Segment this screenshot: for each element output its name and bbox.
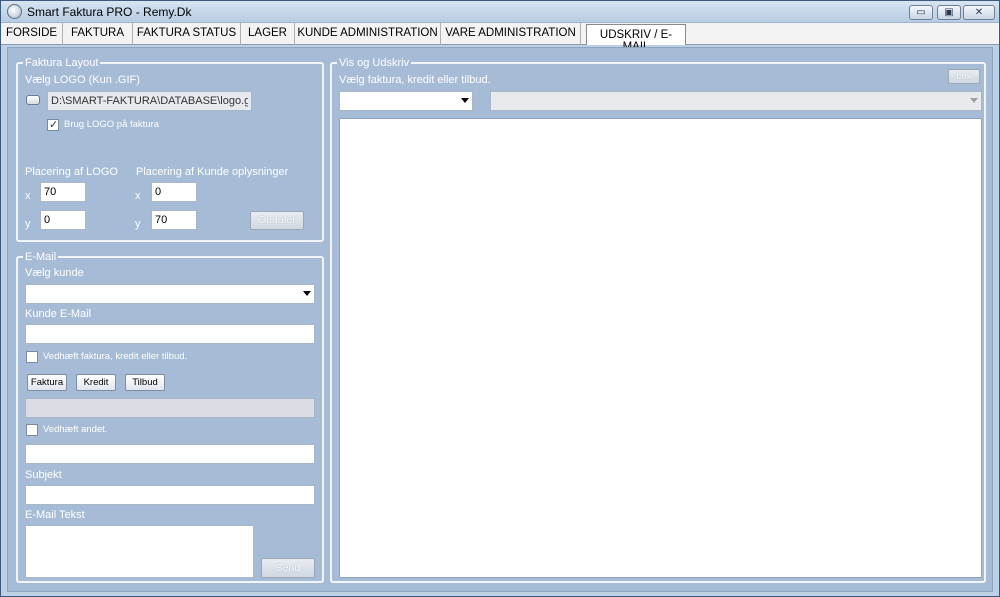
attach-invoice-button[interactable]: Faktura [27,374,67,391]
close-window-button[interactable]: ✕ [963,5,995,20]
customer-x-field[interactable] [151,182,197,202]
preview-group: Vis og Udskriv Vælg faktura, kredit elle… [330,56,986,583]
logo-x-field[interactable] [40,182,86,202]
layout-group-legend: Faktura Layout [23,56,101,70]
customer-y-label: y [135,218,141,230]
tab-vare-administration[interactable]: VARE ADMINISTRATION [441,23,581,45]
email-group-legend: E-Mail [23,250,59,264]
logo-x-label: x [25,190,31,202]
maximize-icon: ▣ [944,7,954,18]
attach-other-label: Vedhæft andet. [43,424,108,435]
tab-kunde-administration[interactable]: KUNDE ADMINISTRATION [295,23,441,45]
window-title: Smart Faktura PRO - Remy.Dk [27,5,192,19]
app-icon [7,4,22,19]
tab-content: Faktura Layout Vælg LOGO (Kun .GIF) Brug… [7,47,993,592]
update-button[interactable]: Opdater [250,211,304,230]
email-group: E-Mail Vælg kunde Kunde E-Mail Vedhæft f… [16,250,324,583]
customer-email-field[interactable] [25,324,315,344]
use-logo-label: Brug LOGO på faktura [64,119,160,130]
preview-group-legend: Vis og Udskriv [337,56,412,70]
minimize-button[interactable]: ▭ [909,5,933,20]
send-button[interactable]: Send [261,558,315,578]
attach-invoice-checkbox[interactable] [26,351,38,363]
email-body-label: E-Mail Tekst [25,509,85,521]
attached-document-field[interactable] [25,398,315,418]
other-attachment-field[interactable] [25,444,315,464]
close-button[interactable]: Luk [948,69,980,84]
close-icon: ✕ [974,7,984,18]
logo-y-field[interactable] [40,210,86,230]
select-document-label: Vælg faktura, kredit eller tilbud. [339,74,491,86]
chevron-down-icon [970,98,978,103]
tab-udskriv-email[interactable]: UDSKRIV / E-MAIL [586,24,686,53]
subject-field[interactable] [25,485,315,505]
customer-y-field[interactable] [151,210,197,230]
chevron-down-icon [303,291,311,296]
minimize-icon: ▭ [916,7,926,18]
choose-customer-label: Vælg kunde [25,267,84,279]
attach-invoice-label: Vedhæft faktura, kredit eller tilbud. [43,351,188,362]
maximize-button[interactable]: ▣ [937,5,961,20]
attach-offer-button[interactable]: Tilbud [125,374,165,391]
customer-select[interactable] [25,284,315,304]
title-bar[interactable]: Smart Faktura PRO - Remy.Dk ▭ ▣ ✕ [1,1,999,23]
email-body-field[interactable] [25,525,254,578]
logo-path-field[interactable] [47,91,252,111]
use-logo-checkbox[interactable] [47,118,59,131]
tab-faktura[interactable]: FAKTURA [63,23,133,45]
chevron-down-icon [461,98,469,103]
tab-faktura-status[interactable]: FAKTURA STATUS [133,23,241,45]
logo-y-label: y [25,218,31,230]
document-type-select[interactable] [339,91,473,111]
attach-credit-button[interactable]: Kredit [76,374,116,391]
document-select[interactable] [490,91,982,111]
document-preview[interactable] [339,118,982,578]
customer-email-label: Kunde E-Mail [25,308,92,320]
tab-bar: FORSIDE FAKTURA FAKTURA STATUS LAGER KUN… [1,23,999,53]
tab-lager[interactable]: LAGER [241,23,295,45]
logo-label: Vælg LOGO (Kun .GIF) [25,74,140,86]
logo-position-label: Placering af LOGO [25,166,118,178]
app-window: Smart Faktura PRO - Remy.Dk ▭ ▣ ✕ FORSID… [0,0,1000,597]
attach-other-checkbox[interactable] [26,424,38,436]
browse-logo-button[interactable] [26,95,40,105]
layout-group: Faktura Layout Vælg LOGO (Kun .GIF) Brug… [16,56,324,242]
subject-label: Subjekt [25,469,62,481]
customer-x-label: x [135,190,141,202]
customer-position-label: Placering af Kunde oplysninger [136,166,289,178]
tab-forside[interactable]: FORSIDE [1,23,63,45]
